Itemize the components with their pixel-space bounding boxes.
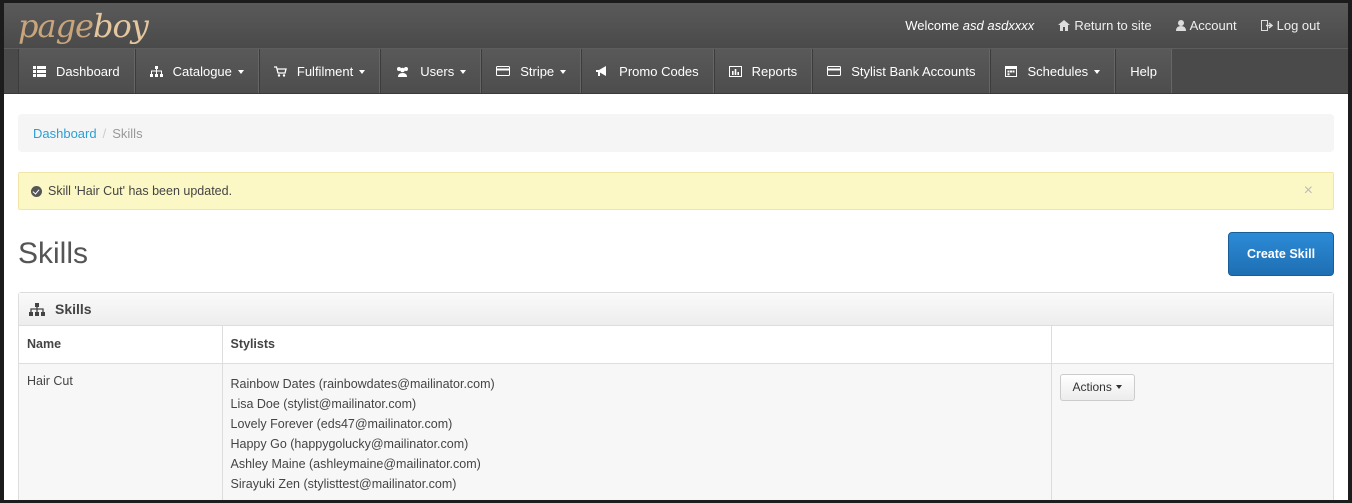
users-icon — [397, 66, 409, 77]
top-nav: Welcome asd asdxxxx Return to site Accou… — [905, 18, 1334, 33]
user-icon — [1175, 20, 1186, 31]
title-row: Skills Create Skill — [18, 230, 1334, 278]
list-icon — [33, 65, 46, 77]
nav-fulfilment[interactable]: Fulfilment — [258, 49, 381, 93]
create-skill-button[interactable]: Create Skill — [1228, 232, 1334, 276]
return-to-site-link[interactable]: Return to site — [1058, 18, 1152, 33]
main-nav: Dashboard Catalogue Fulfilment Users Str… — [4, 48, 1348, 94]
stylist-item: Happy Go (happygolucky@mailinator.com) — [230, 436, 469, 451]
skill-name-cell: Hair Cut — [19, 363, 223, 500]
chevron-down-icon — [460, 70, 467, 74]
nav-promo-codes[interactable]: Promo Codes — [581, 49, 714, 93]
logout-link[interactable]: Log out — [1260, 18, 1320, 33]
card-icon — [827, 66, 842, 76]
chevron-down-icon — [359, 70, 366, 74]
chevron-down-icon — [560, 70, 567, 74]
skills-table: Name Stylists Hair Cut Rainbow Dates (ra… — [19, 326, 1333, 500]
stylists-cell: Rainbow Dates (rainbowdates@mailinator.c… — [222, 363, 1052, 500]
table-header-row: Name Stylists — [19, 326, 1333, 364]
actions-dropdown-button[interactable]: Actions — [1059, 373, 1135, 401]
skills-panel: Skills Name Stylists Hair Cut Rainbow Da… — [18, 292, 1334, 500]
column-header-stylists: Stylists — [222, 326, 1052, 364]
success-alert: Skill 'Hair Cut' has been updated. × — [18, 172, 1334, 210]
chevron-down-icon — [237, 70, 244, 74]
stylist-item: Rainbow Dates (rainbowdates@mailinator.c… — [230, 376, 495, 391]
app-frame: pageboy Welcome asd asdxxxx Return to si… — [4, 3, 1348, 500]
calendar-icon — [1005, 66, 1018, 77]
nav-stylist-bank-accounts[interactable]: Stylist Bank Accounts — [812, 49, 991, 93]
account-link[interactable]: Account — [1175, 18, 1237, 33]
chevron-down-icon — [1094, 70, 1101, 74]
welcome-text: Welcome asd asdxxxx — [905, 18, 1035, 33]
main-content: Dashboard / Skills Skill 'Hair Cut' has … — [4, 94, 1348, 500]
actions-cell: Actions — [1051, 363, 1333, 500]
nav-catalogue[interactable]: Catalogue — [134, 49, 259, 93]
nav-dashboard[interactable]: Dashboard — [18, 49, 135, 93]
close-icon[interactable]: × — [1304, 182, 1321, 200]
chevron-down-icon — [1115, 385, 1122, 389]
chart-icon — [728, 65, 742, 77]
column-header-name: Name — [19, 326, 223, 364]
page-title: Skills — [18, 237, 89, 270]
sitemap-icon — [149, 65, 163, 77]
top-header: pageboy Welcome asd asdxxxx Return to si… — [4, 3, 1348, 48]
nav-reports[interactable]: Reports — [713, 49, 813, 93]
nav-schedules[interactable]: Schedules — [990, 49, 1116, 93]
cart-icon — [273, 65, 287, 77]
nav-stripe[interactable]: Stripe — [481, 49, 582, 93]
stylist-item: Ashley Maine (ashleymaine@mailinator.com… — [230, 456, 481, 471]
home-icon — [1058, 20, 1071, 31]
stylist-item: Lovely Forever (eds47@mailinator.com) — [230, 416, 453, 431]
breadcrumb-current: Skills — [112, 125, 143, 141]
panel-header: Skills — [19, 293, 1333, 326]
bullhorn-icon — [596, 65, 607, 76]
sign-out-icon — [1260, 20, 1273, 31]
column-header-actions — [1051, 326, 1333, 364]
pageboy-logo[interactable]: pageboy — [18, 10, 149, 42]
stylist-item: Lisa Doe (stylist@mailinator.com) — [230, 396, 417, 411]
stylist-item: Sirayuki Zen (stylisttest@mailinator.com… — [230, 476, 457, 491]
alert-message: Skill 'Hair Cut' has been updated. — [48, 184, 233, 198]
sitemap-icon — [29, 302, 45, 316]
nav-users[interactable]: Users — [380, 49, 482, 93]
breadcrumb: Dashboard / Skills — [18, 114, 1334, 152]
nav-help[interactable]: Help — [1115, 49, 1172, 93]
panel-title: Skills — [55, 301, 92, 317]
table-row: Hair Cut Rainbow Dates (rainbowdates@mai… — [19, 363, 1333, 500]
check-circle-icon — [31, 185, 42, 197]
card-icon — [496, 66, 511, 76]
breadcrumb-dashboard-link[interactable]: Dashboard — [33, 126, 97, 141]
breadcrumb-separator: / — [102, 125, 107, 141]
